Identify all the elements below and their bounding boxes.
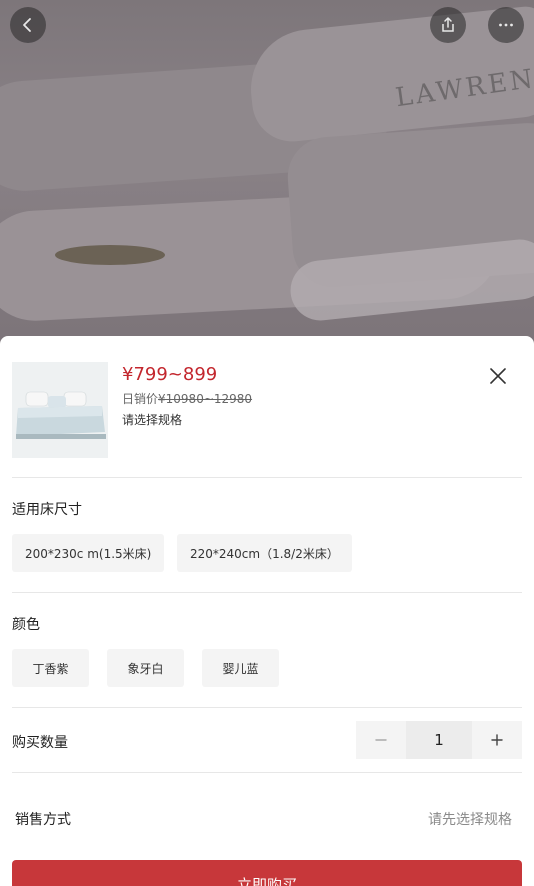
spec-hint: 请选择规格	[122, 413, 183, 427]
color-section-title: 颜色	[12, 617, 40, 633]
color-option[interactable]: 象牙白	[107, 649, 184, 687]
divider	[12, 477, 522, 478]
size-option[interactable]: 220*240cm（1.8/2米床）	[177, 534, 352, 572]
plus-icon	[491, 734, 503, 746]
close-button[interactable]	[484, 362, 512, 390]
minus-icon	[375, 739, 387, 741]
quantity-stepper: 1	[356, 721, 522, 759]
sale-method-label: 销售方式	[15, 812, 71, 828]
divider	[12, 772, 522, 773]
buy-now-button[interactable]: 立即购买	[12, 860, 522, 886]
quantity-value[interactable]: 1	[406, 721, 472, 759]
original-price-value: ¥10980~12980	[158, 392, 253, 406]
more-button[interactable]	[488, 7, 524, 43]
increase-button[interactable]	[472, 721, 522, 759]
share-button[interactable]	[430, 7, 466, 43]
close-icon	[490, 368, 506, 384]
divider	[12, 592, 522, 593]
share-icon	[442, 17, 454, 32]
divider	[12, 707, 522, 708]
original-price: 日销价¥10980~12980	[122, 390, 252, 407]
sale-method-value[interactable]: 请先选择规格	[428, 809, 512, 829]
color-option[interactable]: 婴儿蓝	[202, 649, 279, 687]
size-option[interactable]: 200*230c m(1.5米床)	[12, 534, 165, 572]
original-price-label: 日销价	[122, 392, 159, 406]
size-section-title: 适用床尺寸	[12, 502, 82, 518]
spec-selection-sheet: ¥799~899 日销价¥10980~12980 请选择规格 适用床尺寸 200…	[0, 336, 534, 886]
quantity-label: 购买数量	[12, 735, 68, 751]
product-thumbnail	[12, 362, 108, 458]
chevron-left-icon	[23, 18, 31, 32]
decrease-button[interactable]	[356, 721, 406, 759]
back-button[interactable]	[10, 7, 46, 43]
tray	[55, 245, 165, 265]
price-range: ¥799~899	[122, 364, 218, 385]
product-hero-image: LAWRENC	[0, 0, 534, 360]
more-dots-icon	[499, 23, 513, 27]
color-option[interactable]: 丁香紫	[12, 649, 89, 687]
bed-thumbnail-illustration	[12, 362, 108, 458]
